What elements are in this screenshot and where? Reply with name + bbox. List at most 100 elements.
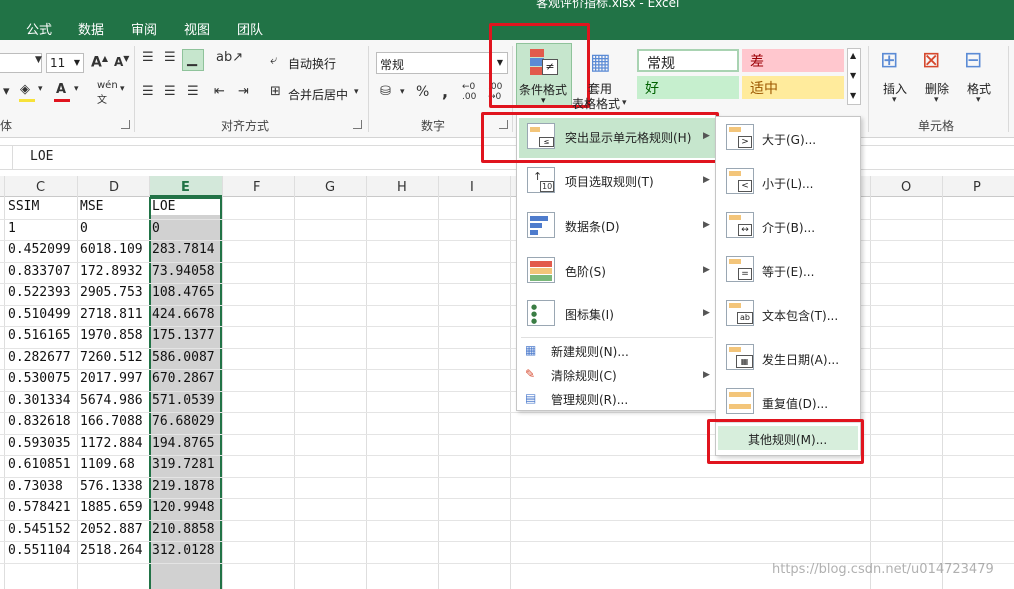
- chevron-down-icon[interactable]: ▾: [622, 98, 627, 108]
- format-table-label-2[interactable]: 表格格式: [572, 95, 620, 112]
- align-top-icon[interactable]: ☰: [142, 50, 154, 65]
- table-cell[interactable]: 73.94058: [152, 264, 215, 279]
- table-cell[interactable]: 2518.264: [80, 543, 143, 558]
- style-neutral[interactable]: 适中: [742, 76, 844, 99]
- table-cell[interactable]: 571.0539: [152, 393, 215, 408]
- styles-scrollbar[interactable]: ▲ ▼ ▼: [847, 48, 861, 105]
- orientation-icon[interactable]: ab↗: [216, 50, 243, 65]
- style-bad[interactable]: 差: [742, 49, 844, 72]
- align-center-icon[interactable]: ☰: [164, 84, 176, 99]
- currency-icon[interactable]: ⛁: [380, 84, 391, 99]
- table-cell[interactable]: 2718.811: [80, 307, 143, 322]
- comma-style-button[interactable]: ,: [442, 82, 448, 101]
- table-cell[interactable]: 0.578421: [8, 500, 71, 515]
- table-cell[interactable]: 283.7814: [152, 242, 215, 257]
- table-cell[interactable]: 576.1338: [80, 479, 143, 494]
- table-cell[interactable]: 194.8765: [152, 436, 215, 451]
- dialog-launcher-icon[interactable]: [353, 120, 362, 129]
- col-header-o[interactable]: O: [901, 180, 911, 195]
- align-left-icon[interactable]: ☰: [142, 84, 154, 99]
- table-cell[interactable]: 0.516165: [8, 328, 71, 343]
- table-cell[interactable]: 108.4765: [152, 285, 215, 300]
- col-header-d[interactable]: D: [109, 180, 119, 195]
- menu-item-icon-sets[interactable]: 图标集(I): [565, 306, 614, 323]
- table-cell[interactable]: 175.1377: [152, 328, 215, 343]
- submenu-item-duplicate-values[interactable]: 重复值(D)...: [762, 395, 828, 412]
- insert-cells-icon[interactable]: ⊞: [880, 48, 898, 73]
- table-cell[interactable]: 1109.68: [80, 457, 135, 472]
- chevron-down-icon[interactable]: ▾: [976, 95, 981, 105]
- table-cell[interactable]: 1172.884: [80, 436, 143, 451]
- wrap-text-icon[interactable]: ⤶: [270, 53, 277, 68]
- table-cell[interactable]: 0.452099: [8, 242, 71, 257]
- chevron-down-icon[interactable]: ▾: [74, 84, 79, 94]
- table-cell[interactable]: 166.7088: [80, 414, 143, 429]
- submenu-item-date-occurring[interactable]: 发生日期(A)...: [762, 351, 839, 368]
- chevron-down-icon[interactable]: ▾: [354, 87, 359, 97]
- table-cell[interactable]: 424.6678: [152, 307, 215, 322]
- font-color-icon[interactable]: A: [56, 82, 66, 97]
- table-cell[interactable]: 0: [80, 221, 88, 236]
- chevron-down-icon[interactable]: ▼: [850, 71, 856, 80]
- table-cell[interactable]: 120.9948: [152, 500, 215, 515]
- table-cell[interactable]: 5674.986: [80, 393, 143, 408]
- table-cell[interactable]: 0: [152, 221, 160, 236]
- decrease-indent-icon[interactable]: ⇤: [214, 84, 225, 99]
- table-cell[interactable]: 0.282677: [8, 350, 71, 365]
- table-cell[interactable]: 0.522393: [8, 285, 71, 300]
- table-cell[interactable]: 2052.887: [80, 522, 143, 537]
- grow-font-icon[interactable]: A▲: [91, 54, 108, 71]
- formula-bar-value[interactable]: LOE: [30, 149, 53, 164]
- table-cell[interactable]: 219.1878: [152, 479, 215, 494]
- col-header-e[interactable]: E: [181, 180, 190, 195]
- chevron-down-icon[interactable]: ▾: [38, 84, 43, 94]
- col-header-f[interactable]: F: [253, 180, 260, 195]
- submenu-item-text-contains[interactable]: 文本包含(T)...: [762, 307, 838, 324]
- table-cell[interactable]: 2905.753: [80, 285, 143, 300]
- table-cell[interactable]: 312.0128: [152, 543, 215, 558]
- submenu-item-equal-to[interactable]: 等于(E)...: [762, 263, 814, 280]
- col-header-c[interactable]: C: [36, 180, 45, 195]
- table-cell[interactable]: 0.593035: [8, 436, 71, 451]
- column-title-cell[interactable]: SSIM: [8, 199, 39, 214]
- font-size-box[interactable]: 11 ▼: [46, 53, 84, 73]
- table-cell[interactable]: 0.73038: [8, 479, 63, 494]
- table-cell[interactable]: 1970.858: [80, 328, 143, 343]
- table-cell[interactable]: 6018.109: [80, 242, 143, 257]
- table-cell[interactable]: 76.68029: [152, 414, 215, 429]
- table-cell[interactable]: 670.2867: [152, 371, 215, 386]
- more-icon[interactable]: ▼: [850, 91, 856, 100]
- submenu-item-greater-than[interactable]: 大于(G)...: [762, 131, 816, 148]
- wrap-text-label[interactable]: 自动换行: [288, 55, 336, 72]
- menu-item-manage-rules[interactable]: 管理规则(R)...: [551, 391, 628, 408]
- submenu-item-less-than[interactable]: 小于(L)...: [762, 175, 814, 192]
- chevron-down-icon[interactable]: ▾: [400, 87, 405, 97]
- shrink-font-icon[interactable]: A▼: [114, 54, 129, 69]
- percent-button[interactable]: %: [416, 84, 429, 100]
- table-cell[interactable]: 0.832618: [8, 414, 71, 429]
- increase-decimal-icon[interactable]: ←0.00: [462, 82, 476, 102]
- column-title-cell[interactable]: MSE: [80, 199, 103, 214]
- tab-team[interactable]: 团队: [237, 19, 263, 38]
- table-cell[interactable]: 0.610851: [8, 457, 71, 472]
- chevron-down-icon[interactable]: ▾: [120, 84, 125, 94]
- table-cell[interactable]: 0.545152: [8, 522, 71, 537]
- table-cell[interactable]: 0.833707: [8, 264, 71, 279]
- col-header-h[interactable]: H: [397, 180, 407, 195]
- submenu-item-between[interactable]: 介于(B)...: [762, 219, 815, 236]
- fill-color-icon[interactable]: ◈: [20, 82, 30, 97]
- chevron-down-icon[interactable]: ▾: [934, 95, 939, 105]
- delete-cells-icon[interactable]: ⊠: [922, 48, 940, 73]
- tab-formulas[interactable]: 公式: [26, 19, 52, 38]
- merge-center-icon[interactable]: ⊞: [270, 84, 281, 99]
- chevron-down-icon[interactable]: ▾: [892, 95, 897, 105]
- table-cell[interactable]: 2017.997: [80, 371, 143, 386]
- table-cell[interactable]: 1885.659: [80, 500, 143, 515]
- tab-view[interactable]: 视图: [184, 19, 210, 38]
- column-title-cell[interactable]: LOE: [152, 199, 175, 214]
- style-normal[interactable]: 常规: [637, 49, 739, 72]
- table-cell[interactable]: 0.551104: [8, 543, 71, 558]
- align-middle-icon[interactable]: ☰: [164, 50, 176, 65]
- merge-center-label[interactable]: 合并后居中: [288, 86, 348, 103]
- table-cell[interactable]: 0.301334: [8, 393, 71, 408]
